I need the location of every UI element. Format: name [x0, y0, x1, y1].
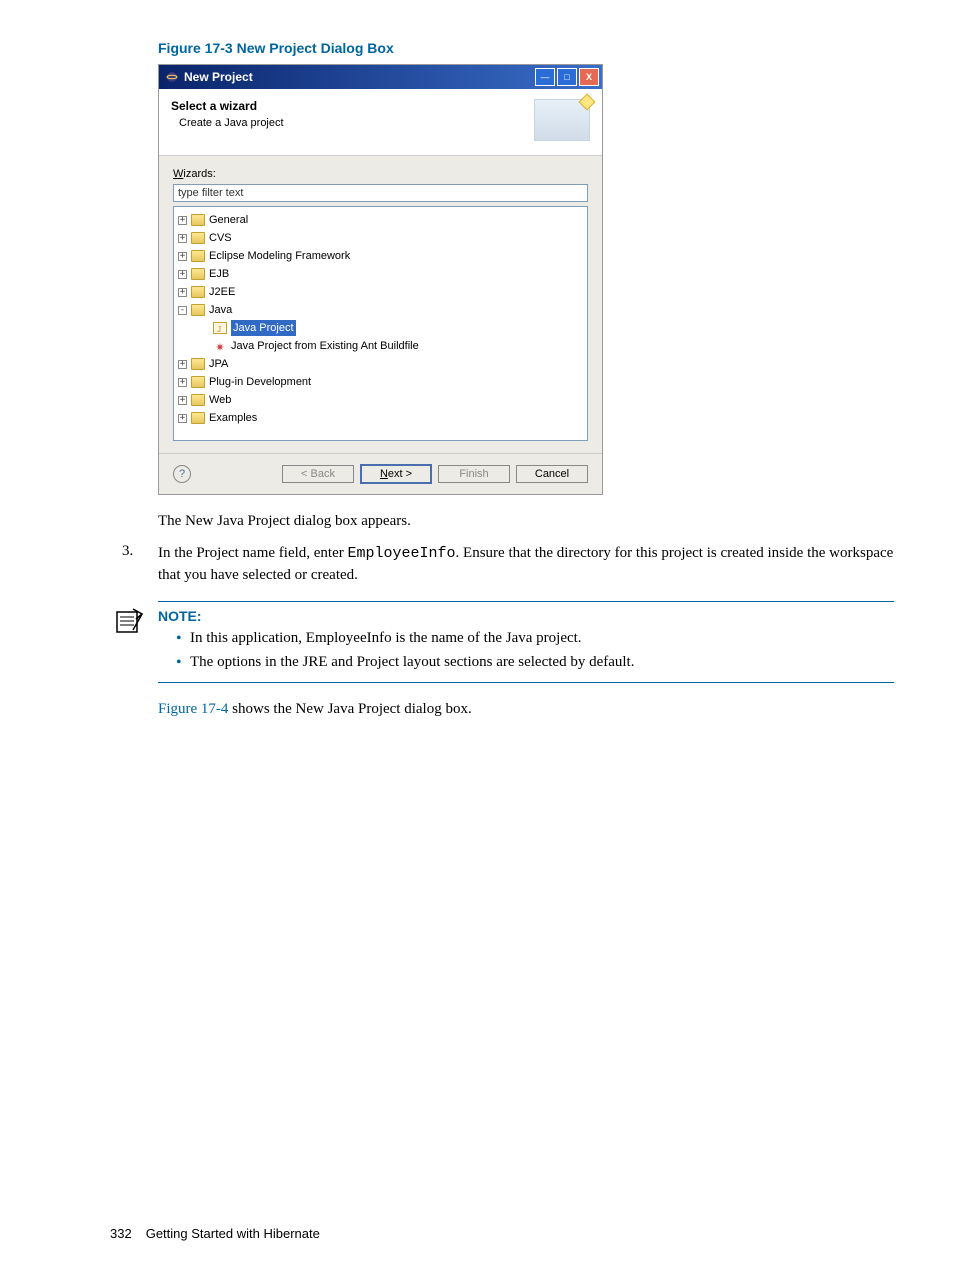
dialog-screenshot: New Project — □ X Select a wizard Create…: [158, 64, 603, 495]
figure-caption: Figure 17-3 New Project Dialog Box: [158, 40, 894, 56]
wizard-banner-icon: [534, 99, 590, 141]
expand-icon[interactable]: +: [178, 414, 187, 423]
help-icon[interactable]: ?: [173, 465, 191, 483]
expand-icon[interactable]: +: [178, 360, 187, 369]
ant-icon: ✷: [213, 340, 227, 352]
expand-icon[interactable]: +: [178, 378, 187, 387]
folder-icon: [191, 358, 205, 370]
next-button[interactable]: Next >: [360, 464, 432, 484]
wizard-body: Wizards: +General +CVS +Eclipse Modeling…: [159, 156, 602, 453]
note-item: The options in the JRE and Project layou…: [176, 652, 894, 672]
tree-item-plugin[interactable]: +Plug-in Development: [176, 373, 585, 391]
finish-button: Finish: [438, 465, 510, 483]
window-title: New Project: [184, 70, 533, 84]
window-titlebar: New Project — □ X: [159, 65, 602, 89]
folder-icon: [191, 268, 205, 280]
tree-item-j2ee[interactable]: +J2EE: [176, 283, 585, 301]
page-number: 332: [110, 1226, 132, 1241]
back-button: < Back: [282, 465, 354, 483]
folder-icon: [191, 394, 205, 406]
step-number: 3.: [122, 543, 158, 585]
tree-item-cvs[interactable]: +CVS: [176, 229, 585, 247]
note-block: NOTE: In this application, EmployeeInfo …: [110, 601, 894, 684]
expand-icon[interactable]: +: [178, 270, 187, 279]
folder-icon: [191, 250, 205, 262]
expand-icon[interactable]: +: [178, 288, 187, 297]
note-title: NOTE:: [158, 608, 894, 624]
expand-icon[interactable]: +: [178, 252, 187, 261]
tree-item-emf[interactable]: +Eclipse Modeling Framework: [176, 247, 585, 265]
figure-reference-paragraph: Figure 17-4 shows the New Java Project d…: [158, 699, 894, 719]
wizards-label: Wizards:: [173, 168, 588, 180]
folder-icon: [191, 232, 205, 244]
collapse-icon[interactable]: -: [178, 306, 187, 315]
cancel-button[interactable]: Cancel: [516, 465, 588, 483]
folder-icon: [191, 286, 205, 298]
expand-icon[interactable]: +: [178, 216, 187, 225]
step-text: In the Project name field, enter Employe…: [158, 543, 894, 585]
tree-item-java[interactable]: -Java: [176, 301, 585, 319]
tree-item-web[interactable]: +Web: [176, 391, 585, 409]
folder-icon: [191, 214, 205, 226]
figure-link[interactable]: Figure 17-4: [158, 701, 228, 717]
wizard-footer: ? < Back Next > Finish Cancel: [159, 453, 602, 494]
wizard-title: Select a wizard: [171, 99, 534, 113]
minimize-button[interactable]: —: [535, 68, 555, 86]
tree-item-examples[interactable]: +Examples: [176, 409, 585, 427]
tree-item-java-ant[interactable]: ✷Java Project from Existing Ant Buildfil…: [176, 337, 585, 355]
note-icon: [114, 608, 144, 634]
eclipse-icon: [165, 70, 179, 84]
step-3: 3. In the Project name field, enter Empl…: [122, 543, 894, 585]
chapter-title: Getting Started with Hibernate: [146, 1226, 320, 1241]
tree-item-java-project[interactable]: Java Project: [176, 319, 585, 337]
maximize-button[interactable]: □: [557, 68, 577, 86]
folder-icon: [191, 376, 205, 388]
close-button[interactable]: X: [579, 68, 599, 86]
tree-item-jpa[interactable]: +JPA: [176, 355, 585, 373]
note-item: In this application, EmployeeInfo is the…: [176, 628, 894, 648]
java-project-icon: [213, 322, 227, 334]
page-footer: 332 Getting Started with Hibernate: [110, 1226, 320, 1241]
tree-item-ejb[interactable]: +EJB: [176, 265, 585, 283]
wizard-subtitle: Create a Java project: [179, 117, 534, 129]
wizard-tree[interactable]: +General +CVS +Eclipse Modeling Framewor…: [173, 206, 588, 441]
folder-icon: [191, 304, 205, 316]
wizard-filter-input[interactable]: [173, 184, 588, 202]
expand-icon[interactable]: +: [178, 234, 187, 243]
wizard-header: Select a wizard Create a Java project: [159, 89, 602, 156]
folder-icon: [191, 412, 205, 424]
tree-item-general[interactable]: +General: [176, 211, 585, 229]
expand-icon[interactable]: +: [178, 396, 187, 405]
paragraph-after-figure: The New Java Project dialog box appears.: [158, 511, 894, 531]
